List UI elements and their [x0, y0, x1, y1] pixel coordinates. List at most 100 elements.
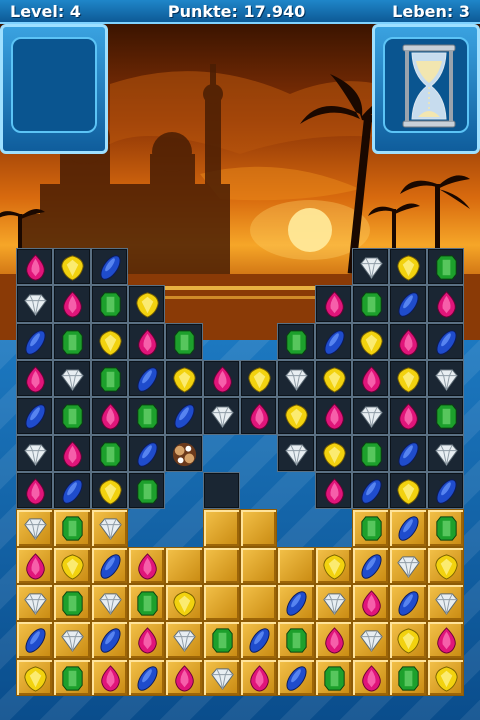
gold-tile[interactable]	[16, 546, 54, 584]
gold-tile[interactable]	[165, 584, 203, 622]
board-tile[interactable]	[277, 397, 315, 435]
board-tile[interactable]	[128, 397, 166, 435]
gold-tile[interactable]	[277, 584, 315, 622]
gold-tile[interactable]	[352, 509, 390, 547]
board-tile[interactable]	[202, 472, 240, 510]
board-tile[interactable]	[128, 434, 166, 472]
board-tile[interactable]	[165, 397, 203, 435]
board-tile[interactable]	[426, 248, 464, 286]
board-tile[interactable]	[352, 248, 390, 286]
board-tile[interactable]	[426, 285, 464, 323]
board-tile[interactable]	[389, 472, 427, 510]
gold-tile[interactable]	[314, 621, 352, 659]
board-tile[interactable]	[314, 322, 352, 360]
board-tile[interactable]	[202, 360, 240, 398]
board-tile[interactable]	[314, 360, 352, 398]
board-tile[interactable]	[202, 397, 240, 435]
board-tile[interactable]	[314, 472, 352, 510]
board-tile[interactable]	[53, 285, 91, 323]
board-tile[interactable]	[90, 434, 128, 472]
gold-tile[interactable]	[128, 584, 166, 622]
board-tile[interactable]	[165, 322, 203, 360]
gold-tile[interactable]	[389, 546, 427, 584]
board-tile[interactable]	[277, 360, 315, 398]
gold-tile[interactable]	[314, 658, 352, 696]
board-tile[interactable]	[389, 322, 427, 360]
gold-tile[interactable]	[314, 584, 352, 622]
gold-tile[interactable]	[90, 621, 128, 659]
board-tile[interactable]	[16, 472, 54, 510]
gold-tile[interactable]	[16, 509, 54, 547]
board-tile[interactable]	[426, 360, 464, 398]
gold-tile[interactable]	[426, 658, 464, 696]
board-tile[interactable]	[352, 285, 390, 323]
gold-tile[interactable]	[202, 509, 240, 547]
board-tile[interactable]	[90, 322, 128, 360]
gold-tile[interactable]	[426, 621, 464, 659]
gold-tile[interactable]	[277, 658, 315, 696]
gold-tile[interactable]	[426, 509, 464, 547]
board-tile[interactable]	[16, 360, 54, 398]
board-tile[interactable]	[314, 434, 352, 472]
gold-tile[interactable]	[53, 509, 91, 547]
gold-tile[interactable]	[128, 621, 166, 659]
board-tile[interactable]	[128, 322, 166, 360]
board-tile[interactable]	[352, 397, 390, 435]
board-tile[interactable]	[90, 472, 128, 510]
gold-tile[interactable]	[389, 621, 427, 659]
board-tile[interactable]	[90, 248, 128, 286]
board-tile[interactable]	[426, 397, 464, 435]
board-tile[interactable]	[352, 434, 390, 472]
board-tile[interactable]	[165, 434, 203, 472]
board-tile[interactable]	[90, 397, 128, 435]
gold-tile[interactable]	[202, 584, 240, 622]
board-tile[interactable]	[90, 285, 128, 323]
board-tile[interactable]	[165, 360, 203, 398]
board-tile[interactable]	[277, 434, 315, 472]
gold-tile[interactable]	[352, 658, 390, 696]
gold-tile[interactable]	[352, 621, 390, 659]
board-tile[interactable]	[314, 397, 352, 435]
gold-tile[interactable]	[53, 621, 91, 659]
gold-tile[interactable]	[90, 584, 128, 622]
board-tile[interactable]	[16, 322, 54, 360]
board-tile[interactable]	[240, 360, 278, 398]
gold-tile[interactable]	[240, 509, 278, 547]
gold-tile[interactable]	[16, 584, 54, 622]
board-tile[interactable]	[426, 434, 464, 472]
board-tile[interactable]	[53, 248, 91, 286]
board-tile[interactable]	[53, 472, 91, 510]
gold-tile[interactable]	[53, 546, 91, 584]
board-tile[interactable]	[16, 397, 54, 435]
board-tile[interactable]	[389, 248, 427, 286]
gem-board[interactable]	[16, 248, 464, 696]
gold-tile[interactable]	[165, 546, 203, 584]
board-tile[interactable]	[53, 360, 91, 398]
gold-tile[interactable]	[277, 621, 315, 659]
gold-tile[interactable]	[352, 584, 390, 622]
board-tile[interactable]	[389, 434, 427, 472]
board-tile[interactable]	[389, 397, 427, 435]
gold-tile[interactable]	[240, 621, 278, 659]
board-tile[interactable]	[352, 360, 390, 398]
board-tile[interactable]	[90, 360, 128, 398]
gold-tile[interactable]	[165, 621, 203, 659]
board-tile[interactable]	[128, 360, 166, 398]
gold-tile[interactable]	[314, 546, 352, 584]
board-tile[interactable]	[16, 285, 54, 323]
gold-tile[interactable]	[165, 658, 203, 696]
gold-tile[interactable]	[202, 658, 240, 696]
board-tile[interactable]	[16, 434, 54, 472]
gold-tile[interactable]	[426, 584, 464, 622]
gold-tile[interactable]	[240, 546, 278, 584]
gold-tile[interactable]	[277, 546, 315, 584]
board-tile[interactable]	[352, 322, 390, 360]
gold-tile[interactable]	[240, 658, 278, 696]
gold-tile[interactable]	[352, 546, 390, 584]
gold-tile[interactable]	[128, 658, 166, 696]
board-tile[interactable]	[352, 472, 390, 510]
gold-tile[interactable]	[389, 584, 427, 622]
gold-tile[interactable]	[53, 584, 91, 622]
board-tile[interactable]	[53, 397, 91, 435]
gold-tile[interactable]	[16, 658, 54, 696]
